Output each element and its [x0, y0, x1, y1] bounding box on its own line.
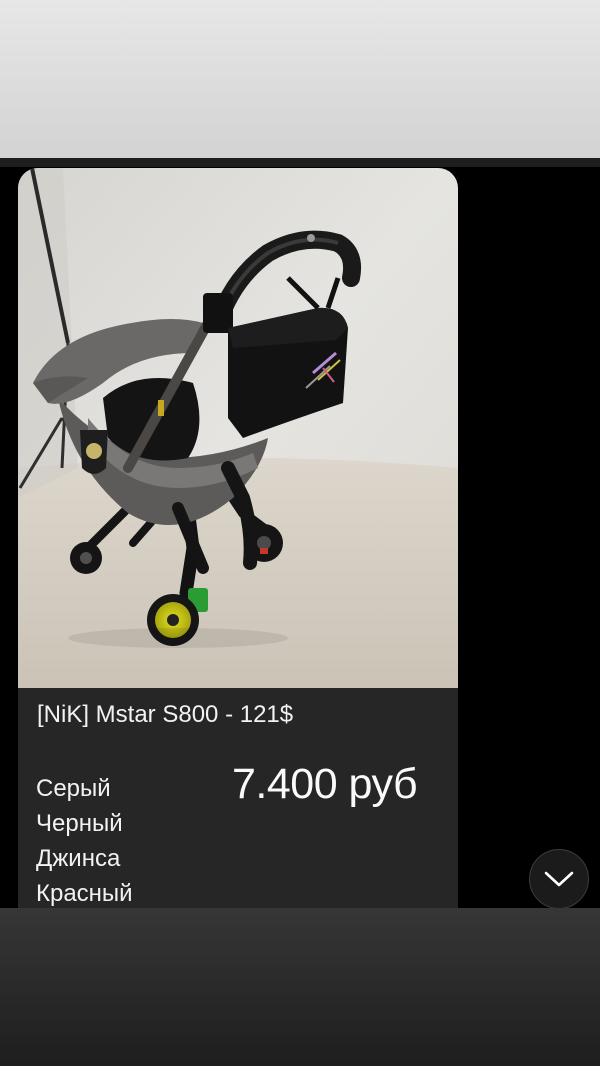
color-option: Черный	[36, 810, 123, 837]
color-option: Красный	[36, 880, 133, 907]
scroll-down-button[interactable]	[529, 849, 589, 909]
color-option: Джинса	[36, 845, 121, 872]
story-viewer: [NiK] Mstar S800 - 121$ Серый Черный Джи…	[0, 0, 600, 1066]
price-label: 7.400 руб	[232, 760, 418, 808]
top-divider	[0, 158, 600, 167]
chevron-down-icon	[544, 871, 574, 887]
listing-title: [NiK] Mstar S800 - 121$	[37, 701, 294, 728]
color-options-list: Серый Черный Джинса Красный	[36, 771, 133, 908]
bottom-blurred-band	[0, 908, 600, 1066]
top-blurred-band	[0, 0, 600, 158]
product-card[interactable]: [NiK] Mstar S800 - 121$ Серый Черный Джи…	[18, 168, 458, 908]
product-photo	[18, 168, 458, 688]
color-option: Серый	[36, 775, 111, 802]
